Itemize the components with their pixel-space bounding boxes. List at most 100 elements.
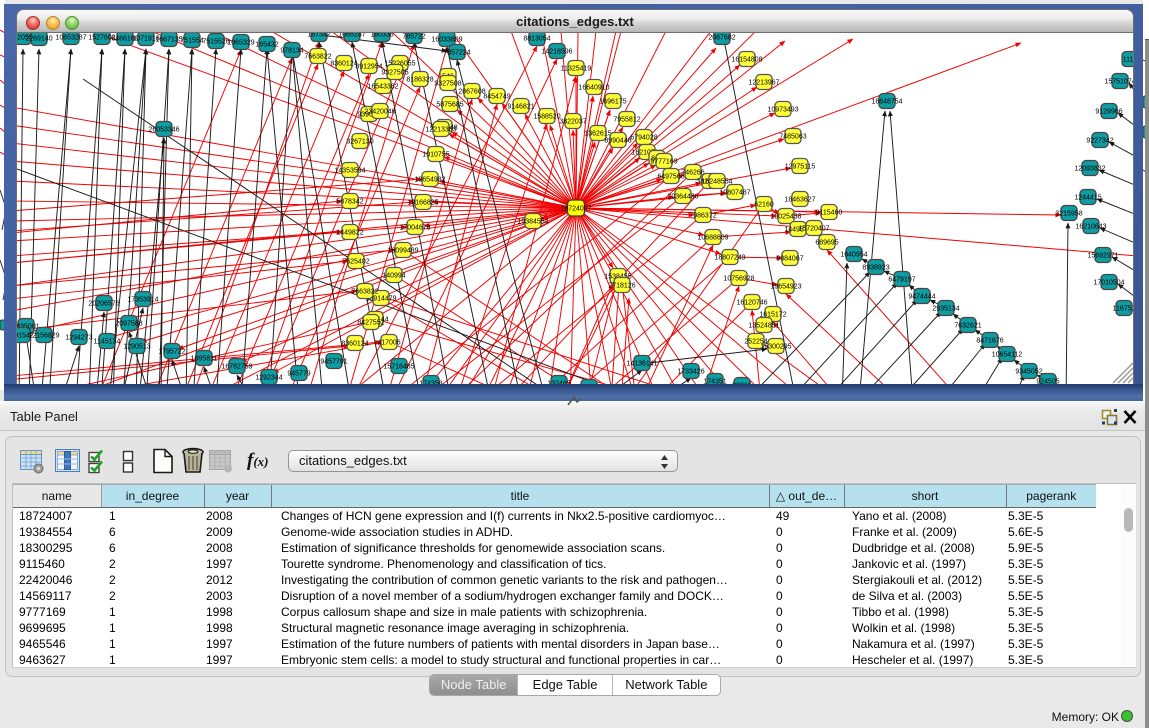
svg-text:15720407: 15720407 [798,225,829,232]
svg-text:10688609: 10688609 [697,234,728,241]
svg-text:116753: 116753 [1113,305,1133,312]
svg-text:10756928: 10756928 [723,275,754,282]
svg-text:16782759: 16782759 [221,363,252,370]
svg-text:9474444: 9474444 [908,293,935,300]
svg-text:978134: 978134 [280,47,303,54]
svg-text:140994: 140994 [382,272,405,279]
svg-text:945779: 945779 [287,370,310,377]
svg-text:16640910: 16640910 [578,84,609,91]
svg-text:10654112: 10654112 [992,351,1023,358]
svg-text:7485063: 7485063 [779,133,806,140]
svg-text:2097588: 2097588 [115,320,142,327]
svg-text:7986372: 7986372 [689,212,716,219]
svg-text:12156829: 12156829 [28,332,59,339]
svg-text:1667135: 1667135 [155,36,182,43]
svg-text:19654982: 19654982 [414,176,445,183]
svg-text:17004678: 17004678 [399,224,430,231]
svg-text:8471676: 8471676 [976,337,1003,344]
svg-text:9884067: 9884067 [776,255,803,262]
svg-text:8186328: 8186328 [406,76,433,83]
svg-text:16248554: 16248554 [701,178,732,185]
svg-text:16543382: 16543382 [367,83,398,90]
svg-text:8912954: 8912954 [355,63,382,70]
svg-text:12093832: 12093832 [1074,165,1105,172]
svg-text:23420046: 23420046 [364,108,395,115]
svg-text:9327508: 9327508 [434,80,461,87]
svg-text:1145134: 1145134 [94,338,121,345]
svg-text:20206576: 20206576 [88,300,119,307]
svg-text:18807249: 18807249 [714,254,745,261]
svg-text:16648754: 16648754 [871,98,902,105]
svg-text:5875685: 5875685 [436,101,463,108]
svg-text:9777169: 9777169 [650,158,677,165]
svg-text:1362615: 1362615 [584,130,611,137]
svg-text:6479197: 6479197 [888,276,915,283]
svg-text:18463627: 18463627 [784,196,815,203]
svg-text:417006: 417006 [377,339,400,346]
svg-text:1449822: 1449822 [336,229,363,236]
svg-text:1294273: 1294273 [65,334,92,341]
svg-text:5878342: 5878342 [336,198,363,205]
svg-text:17010504: 17010504 [1093,279,1124,286]
svg-text:2269140: 2269140 [25,35,52,42]
svg-text:2718126: 2718126 [608,282,635,289]
svg-text:751554: 751554 [180,37,203,44]
svg-text:9345052: 9345052 [1015,368,1042,375]
svg-text:8360124: 8360124 [341,340,368,347]
svg-text:17353914: 17353914 [127,296,158,303]
svg-text:1112: 1112 [1123,56,1133,63]
svg-text:14218596: 14218596 [541,48,572,55]
svg-text:15692971: 15692971 [1087,252,1118,259]
svg-text:9115460: 9115460 [816,209,843,216]
svg-text:12975115: 12975115 [785,163,816,170]
svg-text:7515526: 7515526 [202,38,229,45]
svg-text:12213363: 12213363 [425,126,456,133]
svg-text:19166825: 19166825 [407,199,438,206]
svg-text:1065329: 1065329 [227,39,254,46]
svg-text:2867608: 2867608 [458,88,485,95]
svg-text:18724007: 18724007 [560,205,591,212]
svg-text:187342: 187342 [307,33,330,38]
svg-text:8938923: 8938923 [862,264,889,271]
svg-text:14353594: 14353594 [334,167,365,174]
svg-text:8813054: 8813054 [523,35,550,42]
svg-text:3215958: 3215958 [1055,210,1082,217]
svg-text:15300295: 15300295 [760,343,791,350]
svg-text:7625402: 7625402 [342,258,369,265]
svg-text:14136141: 14136141 [626,360,657,367]
svg-text:2935134: 2935134 [932,305,959,312]
svg-text:689695: 689695 [815,239,838,246]
svg-text:7663822: 7663822 [304,53,331,60]
svg-text:8454749: 8454749 [483,93,510,100]
svg-text:1290513: 1290513 [123,343,150,350]
svg-text:10807487: 10807487 [719,189,750,196]
svg-text:16120746: 16120746 [736,299,767,306]
svg-text:11325419: 11325419 [561,65,592,72]
svg-text:16210643: 16210643 [1075,223,1106,230]
svg-text:13524851: 13524851 [748,322,779,329]
svg-text:8360124: 8360124 [330,60,357,67]
svg-text:3822037: 3822037 [559,118,586,125]
svg-text:6794028: 6794028 [630,134,657,141]
svg-text:8427552: 8427552 [357,319,384,326]
svg-text:12213967: 12213967 [748,79,779,86]
svg-text:62160: 62160 [754,201,774,208]
svg-text:1095811: 1095811 [191,355,218,362]
svg-text:3267130: 3267130 [346,138,373,145]
svg-text:9129966: 9129966 [1095,108,1122,115]
svg-text:1795722: 1795722 [158,348,185,355]
svg-text:26053346: 26053346 [148,126,179,133]
svg-text:9327505: 9327505 [381,69,408,76]
svg-text:1065287: 1065287 [338,33,365,38]
svg-text:7857224: 7857224 [443,49,470,56]
svg-text:1588520: 1588520 [533,113,560,120]
svg-text:10653287: 10653287 [55,34,86,41]
svg-text:8990448: 8990448 [604,137,631,144]
svg-text:1292344: 1292344 [255,374,282,381]
svg-text:19654923: 19654923 [770,283,801,290]
svg-text:7632621: 7632621 [954,322,981,329]
svg-text:1010755: 1010755 [422,151,449,158]
svg-text:160338: 160338 [370,33,393,38]
svg-text:16033809: 16033809 [431,36,462,43]
svg-text:1640954: 1640954 [840,251,867,258]
